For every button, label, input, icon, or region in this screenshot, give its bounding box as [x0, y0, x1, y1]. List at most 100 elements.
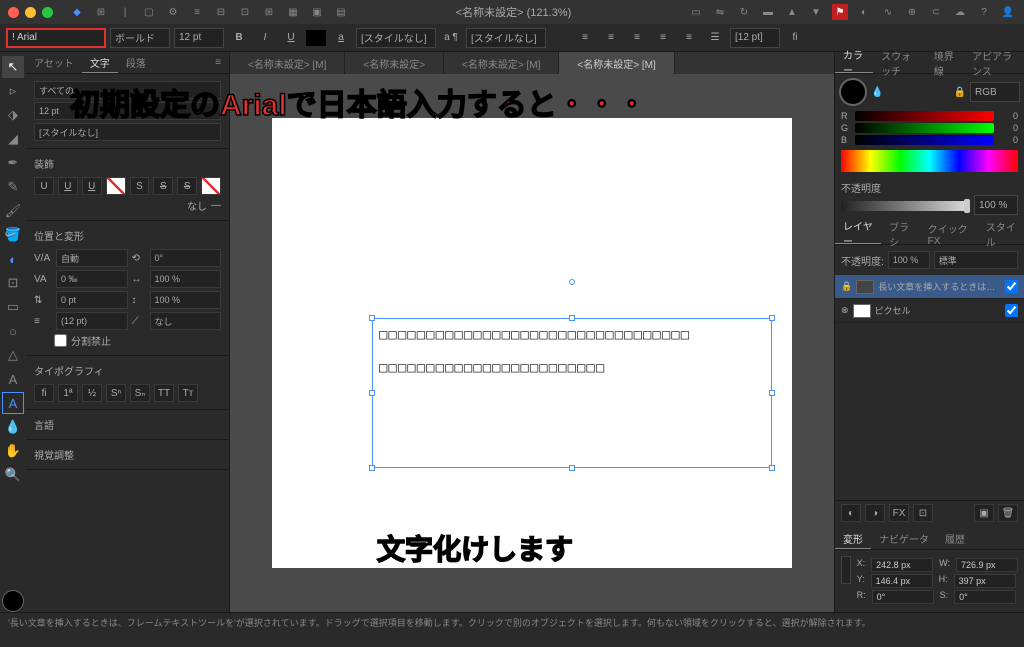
tab-text[interactable]: 文字 — [82, 52, 118, 73]
baseline-field[interactable]: 0 pt — [56, 291, 128, 309]
doc-tab-3[interactable]: <名称未設定> [M] — [559, 52, 674, 74]
crop-tool[interactable]: ⊡ — [2, 272, 24, 294]
underline-double[interactable]: U — [82, 177, 102, 195]
underline-button[interactable]: U — [280, 28, 302, 48]
align-icon[interactable]: ≡ — [189, 4, 205, 20]
crop-layer-icon[interactable]: ⊡ — [913, 504, 933, 522]
r-slider[interactable] — [855, 111, 994, 121]
grid-icon[interactable]: ⊞ — [93, 4, 109, 20]
pen-tool[interactable]: ✒ — [2, 152, 24, 174]
vscale-field[interactable]: 100 % — [150, 291, 222, 309]
strike-single[interactable]: S — [153, 177, 173, 195]
doc-tab-2[interactable]: <名称未設定> [M] — [444, 52, 559, 74]
shear-field[interactable]: なし — [150, 312, 222, 330]
rotate-icon[interactable]: ↻ — [736, 4, 752, 20]
para-style-icon[interactable]: a ¶ — [440, 28, 462, 48]
assist-icon[interactable]: ◐ — [856, 4, 872, 20]
ellipse-tool[interactable]: ○ — [2, 320, 24, 342]
strike-double[interactable]: S — [177, 177, 197, 195]
pencil-tool[interactable]: ✎ — [2, 176, 24, 198]
pin-icon[interactable]: ⊗ — [841, 305, 849, 316]
delete-layer-icon[interactable]: 🗑 — [998, 504, 1018, 522]
tracking-field[interactable]: 0 ‰ — [56, 270, 128, 288]
group-layer-icon[interactable]: ▣ — [974, 504, 994, 522]
s-field[interactable]: 0° — [954, 590, 1016, 604]
opacity-slider[interactable] — [841, 201, 970, 211]
titlecase[interactable]: TT — [154, 384, 174, 402]
w-field[interactable]: 726.9 px — [956, 558, 1018, 572]
tab-swatch[interactable]: スウォッチ — [873, 52, 926, 73]
blend-mode[interactable]: 標準 — [934, 251, 1018, 269]
tab-asset[interactable]: アセット — [26, 52, 82, 73]
align-right-button[interactable]: ≡ — [626, 28, 648, 48]
tab-history[interactable]: 履歴 — [937, 528, 973, 549]
align-left-button[interactable]: ≡ — [574, 28, 596, 48]
brush-tool[interactable]: 🖌 — [2, 200, 24, 222]
group-icon[interactable]: ▣ — [309, 4, 325, 20]
tab-quickfx[interactable]: クイック FX — [920, 223, 978, 244]
r-field[interactable]: 0° — [872, 590, 934, 604]
nobreak-checkbox[interactable] — [54, 334, 67, 347]
shape-tool[interactable]: ▭ — [2, 296, 24, 318]
y-field[interactable]: 146.4 px — [871, 574, 933, 588]
leading-field[interactable]: [12 pt] — [730, 28, 780, 48]
leading-panel-field[interactable]: (12 pt) — [56, 312, 128, 330]
underline-color[interactable] — [106, 177, 126, 195]
subscript[interactable]: Sₙ — [130, 384, 150, 402]
canvas[interactable]: □□□□□□□□□□□□□□□□□□□□□□□□□□□□□□□□□ □□□□□□… — [230, 74, 834, 612]
smallcaps[interactable]: Tᴛ — [178, 384, 198, 402]
arrange-icon[interactable]: ▭ — [688, 4, 704, 20]
b-slider[interactable] — [855, 135, 994, 145]
layer-visible-1[interactable] — [1005, 280, 1018, 293]
char-style-field[interactable]: [スタイルなし] — [356, 28, 436, 48]
tab-paragraph[interactable]: 段落 — [118, 52, 154, 73]
artistic-text-tool[interactable]: A — [2, 368, 24, 390]
color-mode[interactable]: RGB — [970, 82, 1020, 102]
superscript[interactable]: Sⁿ — [106, 384, 126, 402]
italic-button[interactable]: I — [254, 28, 276, 48]
opacity-value[interactable]: 100 % — [974, 195, 1018, 215]
cloud-icon[interactable]: ☁ — [952, 4, 968, 20]
forward-icon[interactable]: ▲ — [784, 4, 800, 20]
tab-transform[interactable]: 変形 — [835, 528, 871, 549]
layer-item-2[interactable]: ⊗ ピクセル — [835, 299, 1024, 323]
snap-icon[interactable]: ⊡ — [237, 4, 253, 20]
char-style-icon[interactable]: a — [330, 28, 352, 48]
distribute-icon[interactable]: ⊟ — [213, 4, 229, 20]
doc-tab-1[interactable]: <名称未設定> — [345, 52, 444, 74]
swatch-fg[interactable] — [2, 590, 24, 612]
tab-stroke[interactable]: 境界線 — [926, 52, 964, 73]
list-button[interactable]: ☰ — [704, 28, 726, 48]
panel-menu-icon[interactable]: ≡ — [207, 52, 229, 73]
eyedropper-tool[interactable]: 💧 — [2, 416, 24, 438]
help-icon[interactable]: ? — [976, 4, 992, 20]
adjust-icon[interactable]: ◑ — [865, 504, 885, 522]
order-icon[interactable]: ▬ — [760, 4, 776, 20]
flip-icon[interactable]: ⇋ — [712, 4, 728, 20]
h-field[interactable]: 397 px — [954, 574, 1016, 588]
flag-icon[interactable]: ⚑ — [832, 4, 848, 20]
position-title[interactable]: 位置と変形 — [34, 225, 221, 246]
g-slider[interactable] — [855, 123, 994, 133]
zoom-tool[interactable]: 🔍 — [2, 464, 24, 486]
frame-text-tool[interactable]: A — [2, 392, 24, 414]
strike-color[interactable] — [201, 177, 221, 195]
align-justify-all-button[interactable]: ≡ — [678, 28, 700, 48]
maximize-window[interactable] — [42, 7, 53, 18]
fx-icon[interactable]: FX — [889, 504, 909, 522]
language-title[interactable]: 言語 — [34, 414, 221, 435]
underline-none[interactable]: U — [34, 177, 54, 195]
hand-tool[interactable]: ✋ — [2, 440, 24, 462]
underline-single[interactable]: U — [58, 177, 78, 195]
user-icon[interactable]: 👤 — [1000, 4, 1016, 20]
ordinal[interactable]: 1ª — [58, 384, 78, 402]
tab-layer[interactable]: レイヤー — [835, 223, 881, 244]
move-tool[interactable]: ↖ — [2, 56, 24, 78]
text-frame[interactable]: □□□□□□□□□□□□□□□□□□□□□□□□□□□□□□□□□ □□□□□□… — [372, 318, 772, 468]
triangle-tool[interactable]: △ — [2, 344, 24, 366]
rotation-field[interactable]: 0° — [150, 249, 222, 267]
align-center-button[interactable]: ≡ — [600, 28, 622, 48]
layers-icon[interactable]: ▦ — [285, 4, 301, 20]
spectrum[interactable] — [841, 150, 1018, 172]
anchor-widget[interactable] — [841, 556, 851, 584]
